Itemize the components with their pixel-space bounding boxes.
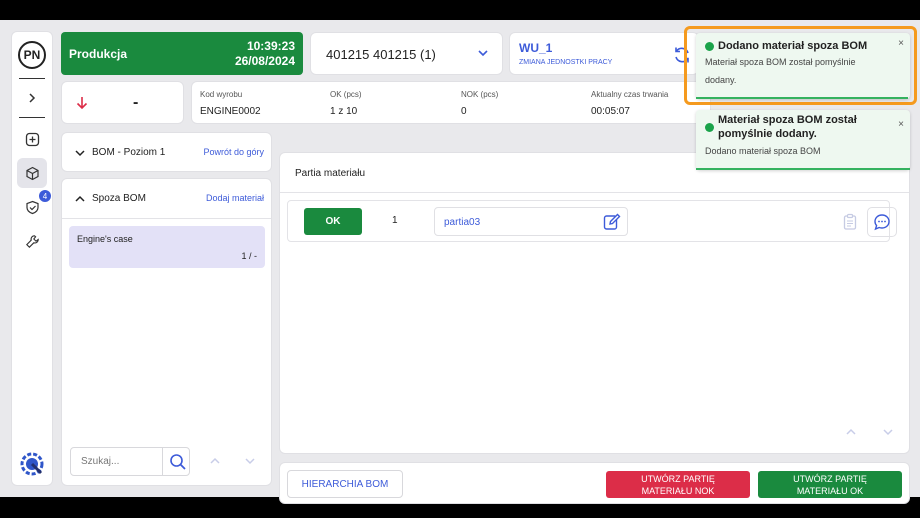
bom-level-header[interactable]: BOM - Poziom 1 Powrót do góry (61, 132, 272, 172)
plus-square-icon (25, 132, 39, 146)
clock: 10:39:23 26/08/2024 (235, 39, 295, 69)
chevron-up-icon (210, 457, 220, 464)
toast-body-line2: dodany. (705, 75, 737, 85)
create-ok-batch-line1: UTWÓRZ PARTIĘ (793, 474, 867, 484)
batch-name: partia03 (444, 217, 481, 228)
close-icon[interactable]: × (898, 119, 904, 130)
nok-count-value: 0 (461, 106, 467, 117)
product-code-value: ENGINE0002 (200, 106, 261, 117)
action-bar: HIERARCHIA BOM UTWÓRZ PARTIĘ MATERIAŁU N… (279, 462, 910, 504)
cube-icon (25, 166, 39, 180)
production-label: Produkcja (69, 47, 128, 61)
toast-progress (696, 168, 910, 170)
sidebar-divider (19, 117, 45, 118)
clock-date: 26/08/2024 (234, 54, 295, 68)
table-row: OK 1 partia03 (287, 200, 897, 242)
search-input[interactable] (81, 456, 151, 467)
material-batch-title: Partia materiału (295, 168, 366, 179)
product-code-label: Kod wyrobu (200, 90, 243, 99)
clipboard-button[interactable] (836, 208, 864, 236)
arrow-down-icon (76, 97, 88, 110)
comment-button[interactable] (867, 207, 897, 237)
nok-count: NOK (pcs) 0 (461, 90, 498, 117)
scroll-down-button[interactable] (237, 448, 263, 474)
outside-bom-header[interactable]: Spoza BOM Dodaj materiał (62, 179, 271, 219)
trend-value: - (133, 94, 139, 111)
nok-count-label: NOK (pcs) (461, 90, 499, 99)
outside-bom-title: Spoza BOM (92, 193, 146, 204)
toast-title-line2: pomyślnie dodany. (718, 128, 817, 140)
chevron-down-icon (245, 458, 255, 465)
create-ok-batch-line2: MATERIAŁU OK (796, 486, 864, 496)
ok-count-value: 1 z 10 (330, 106, 358, 117)
current-duration-label: Aktualny czas trwania (591, 90, 669, 99)
close-icon[interactable]: × (898, 38, 904, 49)
production-status: Produkcja 10:39:23 26/08/2024 (61, 32, 303, 75)
company-logo-icon (19, 451, 45, 482)
chevron-down-icon (478, 50, 488, 57)
shield-check-icon (25, 200, 39, 214)
success-toast: Materiał spoza BOM został pomyślnie doda… (696, 110, 910, 170)
check-circle-icon (705, 123, 714, 132)
chevron-down-icon (75, 150, 85, 157)
chevron-up-icon (846, 428, 856, 435)
material-quantity: 1 / - (241, 251, 257, 261)
toast-progress (696, 97, 908, 99)
scroll-up-button[interactable] (837, 419, 865, 445)
search-icon[interactable] (169, 453, 187, 471)
list-item[interactable]: Engine's case 1 / - (69, 226, 265, 268)
scroll-up-button[interactable] (202, 448, 228, 474)
toast-title: Dodano materiał spoza BOM (718, 40, 868, 52)
ok-count: OK (pcs) 1 z 10 (330, 90, 362, 117)
wrench-icon (25, 234, 39, 248)
edit-icon[interactable] (602, 212, 622, 232)
ok-count-label: OK (pcs) (330, 90, 362, 99)
order-select[interactable]: 401215 401215 (1) (310, 32, 503, 75)
bom-hierarchy-button[interactable]: HIERARCHIA BOM (287, 470, 403, 498)
clock-time: 10:39:23 (246, 39, 295, 53)
current-duration: Aktualny czas trwania 00:05:07 (591, 90, 668, 117)
avatar[interactable]: PN (18, 41, 46, 69)
clipboard-icon (843, 213, 857, 230)
chat-icon (874, 214, 890, 231)
chevron-down-icon (883, 429, 893, 436)
chevron-up-icon (75, 195, 85, 202)
add-button[interactable] (17, 124, 47, 154)
check-circle-icon (705, 42, 714, 51)
work-unit-card[interactable]: WU_1 ZMIANA JEDNOSTKI PRACY (509, 32, 699, 75)
tools-button[interactable] (17, 226, 47, 256)
current-duration-value: 00:05:07 (591, 106, 630, 117)
back-to-top-link[interactable]: Powrót do góry (203, 147, 264, 157)
materials-button[interactable] (17, 158, 47, 188)
create-ok-batch-button[interactable]: UTWÓRZ PARTIĘ MATERIAŁU OK (758, 471, 902, 498)
notification-badge: 4 (39, 190, 51, 202)
scroll-down-button[interactable] (874, 419, 902, 445)
toast-body: Dodano materiał spoza BOM (705, 146, 821, 156)
search-box (70, 447, 190, 476)
create-nok-batch-line2: MATERIAŁU NOK (641, 486, 715, 496)
chevron-right-icon (29, 93, 36, 103)
trend-card: - (61, 81, 184, 124)
batch-number: 1 (392, 215, 398, 226)
order-value: 401215 401215 (1) (326, 47, 436, 62)
create-nok-batch-button[interactable]: UTWÓRZ PARTIĘ MATERIAŁU NOK (606, 471, 750, 498)
material-name: Engine's case (77, 234, 133, 244)
create-nok-batch-line1: UTWÓRZ PARTIĘ (641, 474, 715, 484)
add-material-link[interactable]: Dodaj materiał (206, 193, 264, 203)
toast-body-line1: Materiał spoza BOM został pomyślnie (705, 57, 856, 67)
bom-level-title: BOM - Poziom 1 (92, 147, 166, 158)
search-divider (162, 448, 163, 475)
toast-title-line1: Materiał spoza BOM został (718, 114, 857, 126)
expand-sidebar-button[interactable] (17, 83, 47, 113)
material-batch-panel: Partia materiału OK 1 partia03 (279, 152, 910, 454)
quality-button[interactable]: 4 (17, 190, 51, 222)
success-toast: Dodano materiał spoza BOM × Materiał spo… (696, 33, 910, 99)
sidebar: PN 4 (11, 31, 53, 486)
production-info: Kod wyrobu ENGINE0002 OK (pcs) 1 z 10 NO… (191, 81, 711, 124)
sidebar-divider (19, 78, 45, 79)
outside-bom-panel: Spoza BOM Dodaj materiał Engine's case 1… (61, 178, 272, 486)
product-code: Kod wyrobu ENGINE0002 (200, 90, 261, 117)
batch-field[interactable]: partia03 (434, 207, 628, 236)
ok-status-button[interactable]: OK (304, 208, 362, 235)
